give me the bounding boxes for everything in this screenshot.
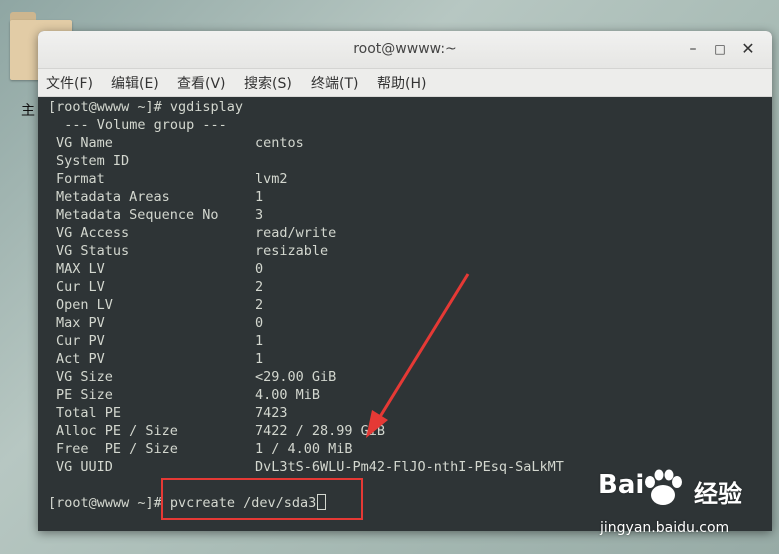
watermark-url: jingyan.baidu.com bbox=[600, 520, 730, 536]
baidu-watermark: Bai 经验 jingyan.baidu.com bbox=[598, 469, 778, 550]
watermark-logo: Bai bbox=[598, 470, 645, 500]
paw-icon bbox=[645, 469, 682, 505]
watermark-cn: 经验 bbox=[694, 480, 742, 508]
